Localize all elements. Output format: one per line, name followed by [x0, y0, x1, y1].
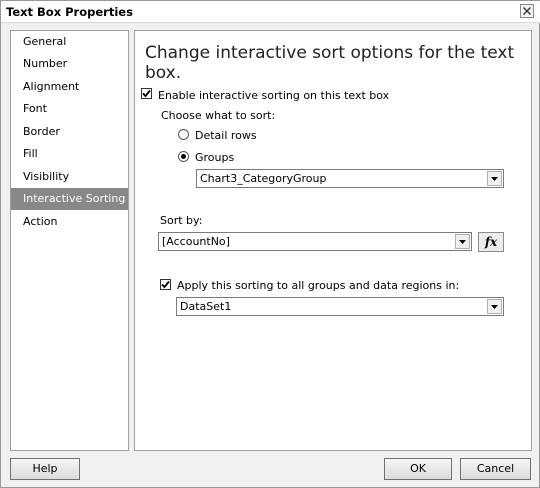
- groups-radio[interactable]: [178, 151, 189, 162]
- groups-dropdown-arrow[interactable]: [487, 171, 502, 186]
- window-title: Text Box Properties: [6, 5, 133, 19]
- sidebar-item-border[interactable]: Border: [11, 121, 128, 143]
- choose-sort-label: Choose what to sort:: [161, 109, 276, 122]
- checkmark-icon: [142, 89, 151, 98]
- sidebar-nav: General Number Alignment Font Border Fil…: [10, 30, 129, 451]
- sidebar-item-font[interactable]: Font: [11, 98, 128, 120]
- chevron-down-icon: [459, 240, 466, 244]
- sort-by-label: Sort by:: [160, 214, 203, 227]
- sidebar-item-action[interactable]: Action: [11, 211, 128, 233]
- chevron-down-icon: [491, 177, 498, 181]
- radio-selected-dot: [181, 154, 186, 159]
- title-bar: Text Box Properties: [1, 1, 540, 23]
- dataset-dropdown-value: DataSet1: [180, 300, 232, 313]
- sort-by-dropdown-value: [AccountNo]: [162, 235, 230, 248]
- detail-rows-radio[interactable]: [178, 129, 189, 140]
- dataset-dropdown-arrow[interactable]: [487, 299, 502, 314]
- cancel-button[interactable]: Cancel: [460, 458, 531, 480]
- sidebar-item-alignment[interactable]: Alignment: [11, 76, 128, 98]
- enable-sorting-checkbox[interactable]: [141, 88, 152, 99]
- groups-dropdown-value: Chart3_CategoryGroup: [200, 172, 327, 185]
- sidebar-item-number[interactable]: Number: [11, 53, 128, 75]
- help-button[interactable]: Help: [10, 458, 80, 480]
- page-title: Change interactive sort options for the …: [145, 43, 515, 83]
- dialog-footer: Help OK Cancel: [1, 452, 540, 488]
- ok-button[interactable]: OK: [384, 458, 452, 480]
- text-box-properties-dialog: Text Box Properties General Number Align…: [0, 0, 540, 488]
- groups-dropdown[interactable]: Chart3_CategoryGroup: [196, 169, 504, 188]
- sort-by-dropdown[interactable]: [AccountNo]: [158, 232, 472, 251]
- sidebar-item-general[interactable]: General: [11, 31, 128, 53]
- close-button[interactable]: [520, 4, 534, 18]
- main-panel: Change interactive sort options for the …: [134, 30, 532, 451]
- sidebar-item-interactive-sorting[interactable]: Interactive Sorting: [11, 188, 128, 210]
- checkmark-icon: [161, 280, 170, 289]
- close-icon: [523, 7, 531, 15]
- expression-fx-button[interactable]: fx: [478, 232, 504, 252]
- detail-rows-label: Detail rows: [195, 129, 257, 142]
- groups-label: Groups: [195, 151, 235, 164]
- apply-sorting-checkbox[interactable]: [160, 279, 171, 290]
- dataset-dropdown[interactable]: DataSet1: [176, 297, 504, 316]
- sidebar-item-visibility[interactable]: Visibility: [11, 166, 128, 188]
- sort-by-dropdown-arrow[interactable]: [455, 234, 470, 249]
- apply-sorting-label: Apply this sorting to all groups and dat…: [177, 279, 460, 292]
- sidebar-item-fill[interactable]: Fill: [11, 143, 128, 165]
- enable-sorting-label: Enable interactive sorting on this text …: [158, 89, 390, 102]
- chevron-down-icon: [491, 305, 498, 309]
